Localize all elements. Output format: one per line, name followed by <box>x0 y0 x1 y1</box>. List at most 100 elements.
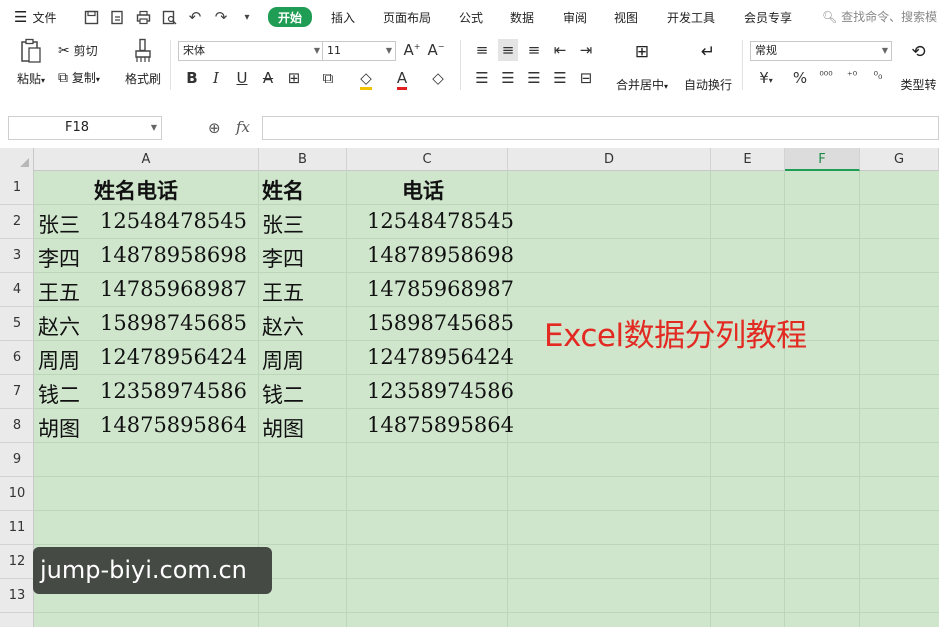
cell-a1[interactable]: 姓名电话 <box>94 175 178 205</box>
cell-a-phone[interactable]: 15898745685 <box>100 311 247 335</box>
cell-b[interactable]: 王五 <box>262 277 304 307</box>
wrap-text-button[interactable]: ↵ 自动换行 <box>682 42 734 93</box>
cell-a-name[interactable]: 钱二 <box>38 379 80 409</box>
row-header[interactable]: 1 <box>0 171 34 205</box>
align-middle-icon[interactable]: ≡ <box>498 39 518 61</box>
row-header[interactable]: 3 <box>0 239 34 273</box>
cell-c[interactable]: 12478956424 <box>367 345 514 369</box>
row-header[interactable]: 8 <box>0 409 34 443</box>
cell-c[interactable]: 15898745685 <box>367 311 514 335</box>
number-format-select[interactable]: 常规 ▼ <box>750 41 892 61</box>
formula-input[interactable] <box>262 116 939 140</box>
thousands-separator-icon[interactable]: ⁰⁰⁰ <box>816 69 836 82</box>
align-bottom-icon[interactable]: ≡ <box>524 41 544 59</box>
cell-c[interactable]: 12548478545 <box>367 209 514 233</box>
row-header[interactable]: 13 <box>0 579 34 613</box>
decrease-decimal-icon[interactable]: ⁰₀ <box>868 69 888 82</box>
cell-a-name[interactable]: 周周 <box>38 345 80 375</box>
cell-c1[interactable]: 电话 <box>402 175 444 205</box>
cell-b[interactable]: 张三 <box>262 209 304 239</box>
tab-home[interactable]: 开始 <box>268 7 313 27</box>
cell-a-phone[interactable]: 14878958698 <box>100 243 247 267</box>
tab-view[interactable]: 视图 <box>614 8 638 26</box>
column-header-e[interactable]: E <box>711 148 785 171</box>
cell-a-name[interactable]: 张三 <box>38 209 80 239</box>
column-header-a[interactable]: A <box>34 148 259 171</box>
cell-a-phone[interactable]: 14875895864 <box>100 413 247 437</box>
cell-c[interactable]: 14875895864 <box>367 413 514 437</box>
chevron-down-icon[interactable]: ▾ <box>238 8 256 26</box>
paste-button[interactable]: 粘贴▾ <box>14 38 48 94</box>
cell-b[interactable]: 李四 <box>262 243 304 273</box>
cell-a-phone[interactable]: 14785968987 <box>100 277 247 301</box>
merge-center-button[interactable]: ⊞ 合并居中▾ <box>611 42 673 93</box>
row-header[interactable]: 2 <box>0 205 34 239</box>
row-header[interactable]: 12 <box>0 545 34 579</box>
font-size-select[interactable]: 11 ▼ <box>322 41 396 61</box>
column-header-b[interactable]: B <box>259 148 347 171</box>
italic-icon[interactable]: I <box>206 69 226 87</box>
increase-font-icon[interactable]: A+ <box>402 41 422 59</box>
row-header[interactable]: 7 <box>0 375 34 409</box>
search-box[interactable]: 🔍︎ 查找命令、搜索模 <box>822 8 937 25</box>
cell-a-name[interactable]: 胡图 <box>38 413 80 443</box>
cell-b[interactable]: 周周 <box>262 345 304 375</box>
underline-icon[interactable]: U <box>232 69 252 87</box>
align-right-icon[interactable]: ☰ <box>524 69 544 87</box>
cell-a-name[interactable]: 赵六 <box>38 311 80 341</box>
select-all-corner[interactable] <box>0 148 34 171</box>
tab-review[interactable]: 审阅 <box>563 8 587 26</box>
tab-insert[interactable]: 插入 <box>331 8 355 26</box>
column-header-c[interactable]: C <box>347 148 508 171</box>
border-icon[interactable]: ⊞ <box>284 69 304 87</box>
tab-page-layout[interactable]: 页面布局 <box>383 8 431 26</box>
cell-a-phone[interactable]: 12478956424 <box>100 345 247 369</box>
strikethrough-icon[interactable]: A <box>258 69 278 87</box>
cell-a-name[interactable]: 王五 <box>38 277 80 307</box>
fill-pattern-icon[interactable]: ⧉ <box>318 69 338 87</box>
decrease-font-icon[interactable]: A− <box>426 41 446 59</box>
print-preview-icon[interactable] <box>160 8 178 26</box>
row-header[interactable]: 6 <box>0 341 34 375</box>
export-pdf-icon[interactable] <box>108 8 126 26</box>
font-name-select[interactable]: 宋体 ▼ <box>178 41 324 61</box>
currency-button[interactable]: ¥▾ <box>756 69 776 87</box>
increase-decimal-icon[interactable]: ⁺⁰ <box>842 69 862 82</box>
cell-b[interactable]: 钱二 <box>262 379 304 409</box>
tab-formulas[interactable]: 公式 <box>459 8 483 26</box>
align-center-icon[interactable]: ☰ <box>498 69 518 87</box>
type-convert-button[interactable]: ⟲ 类型转 <box>898 42 939 93</box>
font-color-icon[interactable]: A <box>392 69 412 90</box>
tab-member[interactable]: 会员专享 <box>744 8 792 26</box>
cell-c[interactable]: 14785968987 <box>367 277 514 301</box>
eraser-icon[interactable]: ◇ <box>428 69 448 87</box>
file-menu[interactable]: ☰ 文件 <box>14 0 56 34</box>
cell-b1[interactable]: 姓名 <box>262 175 304 205</box>
name-box[interactable]: F18 ▼ <box>8 116 162 140</box>
undo-icon[interactable]: ↶ <box>186 8 204 26</box>
percent-button[interactable]: % <box>790 69 810 87</box>
cell-c[interactable]: 12358974586 <box>367 379 514 403</box>
bold-icon[interactable]: B <box>182 69 202 87</box>
cell-a-phone[interactable]: 12358974586 <box>100 379 247 403</box>
format-painter-button[interactable]: 格式刷 <box>122 38 164 94</box>
distributed-icon[interactable]: ⊟ <box>576 69 596 87</box>
cell-a-name[interactable]: 李四 <box>38 243 80 273</box>
indent-decrease-icon[interactable]: ⇤ <box>550 41 570 59</box>
function-icon[interactable]: fx <box>236 118 250 136</box>
cell-b[interactable]: 赵六 <box>262 311 304 341</box>
indent-increase-icon[interactable]: ⇥ <box>576 41 596 59</box>
row-header[interactable]: 4 <box>0 273 34 307</box>
tab-developer[interactable]: 开发工具 <box>667 8 715 26</box>
cut-button[interactable]: ✂ 剪切 <box>58 42 98 59</box>
fill-color-icon[interactable]: ◇ <box>356 69 376 90</box>
row-header[interactable]: 10 <box>0 477 34 511</box>
save-icon[interactable] <box>82 8 100 26</box>
cell-a-phone[interactable]: 12548478545 <box>100 209 247 233</box>
row-header[interactable]: 5 <box>0 307 34 341</box>
column-header-d[interactable]: D <box>508 148 711 171</box>
zoom-icon[interactable]: ⊕ <box>208 119 221 137</box>
tab-data[interactable]: 数据 <box>510 8 534 26</box>
copy-button[interactable]: ⧉ 复制▾ <box>58 69 100 86</box>
column-header-g[interactable]: G <box>860 148 939 171</box>
